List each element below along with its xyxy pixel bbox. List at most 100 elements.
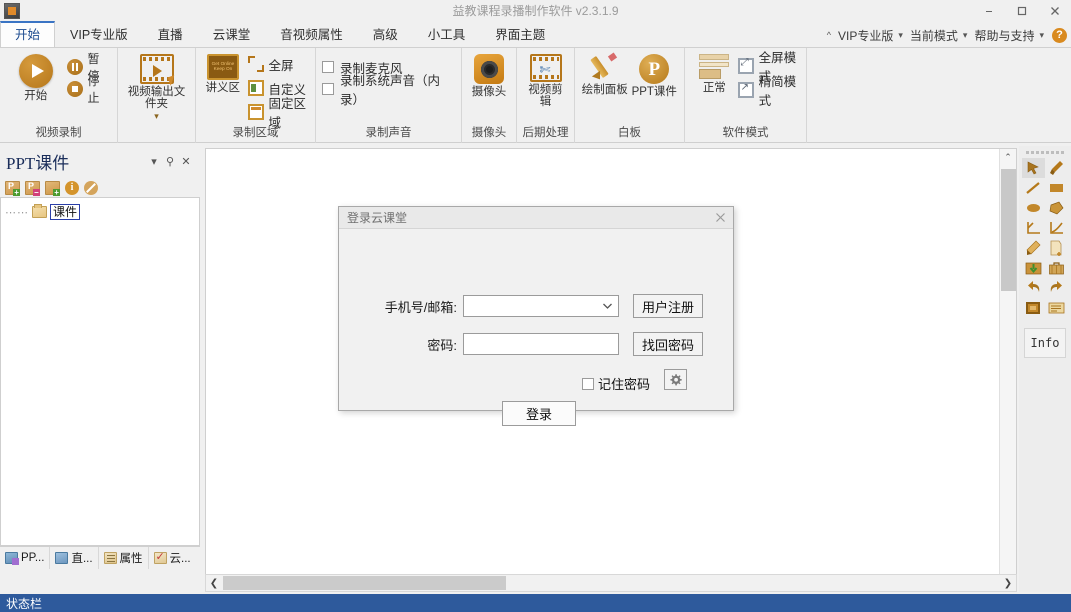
tab-ui-theme[interactable]: 界面主题	[480, 21, 560, 47]
ppt-courseware-button[interactable]: P PPT课件	[631, 52, 679, 98]
eraser-pencil-icon[interactable]	[1022, 238, 1045, 258]
dialog-title-bar: 登录云课堂	[339, 207, 733, 229]
scroll-up-arrow-icon[interactable]: ⌃	[1000, 149, 1016, 166]
phone-email-combobox[interactable]	[463, 295, 619, 317]
horizontal-scrollbar[interactable]: ❮ ❯	[205, 574, 1017, 592]
ribbon-group-title: 视频录制	[0, 125, 117, 143]
curve-icon[interactable]	[1045, 218, 1068, 238]
fixed-area-button[interactable]: 固定区域	[248, 100, 309, 124]
chevron-down-icon[interactable]: ▾	[960, 30, 973, 41]
camera-button[interactable]: 摄像头	[468, 52, 510, 98]
info-icon[interactable]: i	[65, 181, 79, 195]
normal-mode-button[interactable]: 正常	[695, 52, 734, 94]
new-page-icon[interactable]	[1045, 238, 1068, 258]
scroll-left-arrow-icon[interactable]: ❮	[206, 575, 222, 591]
remember-password-checkbox[interactable]: 记住密码	[582, 374, 650, 393]
tab-tools[interactable]: 小工具	[413, 21, 481, 47]
ribbon-group-output-folder: 视频输出文件夹 ▾	[118, 48, 196, 143]
user-register-button[interactable]: 用户注册	[633, 294, 703, 318]
password-field[interactable]	[463, 333, 619, 355]
scroll-right-arrow-icon[interactable]: ❯	[1000, 575, 1016, 591]
recover-password-button[interactable]: 找回密码	[633, 332, 703, 356]
brush-icon[interactable]	[1045, 158, 1068, 178]
ppt-courseware-panel: PPT课件 ▾ ⚲ ✕ + – + i ⋯⋯ 课件 PP... 直... 属性	[0, 144, 200, 568]
tab-live[interactable]: 直播	[143, 21, 198, 47]
cloud-tab-icon	[154, 552, 167, 564]
draw-panel-button[interactable]: 绘制面板	[581, 52, 629, 96]
simple-mode-button[interactable]: 精简模式	[738, 78, 800, 102]
courseware-tree[interactable]: ⋯⋯ 课件	[0, 198, 200, 546]
normal-mode-icon	[697, 54, 731, 80]
layers-icon[interactable]	[1022, 298, 1045, 318]
settings-button[interactable]	[664, 369, 687, 390]
gear-icon	[668, 372, 683, 387]
chevron-down-icon[interactable]	[596, 296, 618, 316]
vertical-scrollbar[interactable]: ⌃ ⌄	[999, 149, 1016, 587]
bottom-tab-ppt[interactable]: PP...	[0, 547, 50, 569]
start-record-button[interactable]: 开始	[10, 52, 61, 102]
maximize-button[interactable]	[1005, 0, 1038, 22]
custom-area-icon	[248, 80, 264, 96]
rectangle-icon[interactable]	[1045, 178, 1068, 198]
tab-av-properties[interactable]: 音视频属性	[265, 21, 358, 47]
minimize-button[interactable]	[972, 0, 1005, 22]
current-mode-menu[interactable]: 当前模式	[908, 27, 960, 44]
horizontal-scrollbar-thumb[interactable]	[223, 576, 506, 590]
bottom-tab-live[interactable]: 直...	[50, 547, 98, 569]
dialog-close-icon[interactable]	[707, 207, 733, 229]
tab-bar-right-controls: ^ VIP专业版 ▾ 当前模式 ▾ 帮助与支持 ▾ ?	[824, 22, 1067, 48]
remove-ppt-icon[interactable]: –	[25, 181, 40, 195]
tab-vip-pro[interactable]: VIP专业版	[55, 21, 143, 47]
ribbon-group-title: 摄像头	[462, 125, 516, 143]
add-ppt-icon[interactable]: +	[5, 181, 20, 195]
pin-icon[interactable]: ⚲	[162, 153, 178, 169]
notes-icon[interactable]	[1045, 298, 1068, 318]
bottom-tab-properties[interactable]: 属性	[99, 547, 149, 569]
password-input[interactable]	[464, 334, 618, 354]
bottom-tab-cloud[interactable]: 云...	[149, 547, 196, 569]
tab-cloud-classroom[interactable]: 云课堂	[198, 21, 266, 47]
line-icon[interactable]	[1022, 178, 1045, 198]
stop-icon	[67, 81, 83, 97]
redo-icon[interactable]	[1045, 278, 1068, 298]
toolbox-icon[interactable]	[1045, 258, 1068, 278]
collapse-ribbon-icon[interactable]: ^	[824, 30, 836, 40]
vip-pro-menu[interactable]: VIP专业版	[836, 27, 895, 44]
save-import-icon[interactable]	[1022, 258, 1045, 278]
live-tab-icon	[55, 552, 68, 564]
tab-advanced[interactable]: 高级	[358, 21, 413, 47]
vertical-scrollbar-thumb[interactable]	[1001, 169, 1016, 291]
select-arrow-icon[interactable]	[1022, 158, 1045, 178]
chevron-down-icon[interactable]: ▾	[895, 30, 908, 41]
record-system-audio-checkbox[interactable]: 录制系统声音（内录）	[322, 78, 455, 100]
polygon-icon[interactable]	[1045, 198, 1068, 218]
video-output-folder-button[interactable]: 视频输出文件夹 ▾	[124, 52, 189, 122]
info-box[interactable]: Info	[1024, 328, 1066, 358]
fullscreen-area-button[interactable]: 全屏	[248, 52, 309, 76]
chevron-down-icon[interactable]: ▾	[1036, 30, 1049, 41]
tree-item-label[interactable]: 课件	[50, 204, 80, 220]
login-button[interactable]: 登录	[502, 401, 576, 426]
chevron-down-icon[interactable]: ▾	[154, 111, 159, 122]
angle-curve-icon[interactable]	[1022, 218, 1045, 238]
ribbon-group-record-area: Get OnlineKeep On 讲义区 全屏 自定义 固定区域 录制区域	[196, 48, 316, 143]
ribbon-group-post-processing: ✄ 视频剪辑 后期处理	[517, 48, 575, 143]
video-clip-button[interactable]: ✄ 视频剪辑	[523, 52, 568, 108]
ribbon-group-record-sound: 录制麦克风 录制系统声音（内录） 录制声音	[316, 48, 462, 143]
chevron-down-icon[interactable]: ▾	[146, 153, 162, 169]
undo-icon[interactable]	[1022, 278, 1045, 298]
add-folder-icon[interactable]: +	[45, 181, 60, 195]
lecture-area-button[interactable]: Get OnlineKeep On 讲义区	[202, 52, 244, 94]
disable-icon[interactable]	[84, 181, 98, 195]
tree-item[interactable]: ⋯⋯ 课件	[5, 204, 195, 220]
tab-start[interactable]: 开始	[0, 21, 55, 47]
help-icon[interactable]: ?	[1052, 28, 1067, 43]
ellipse-icon[interactable]	[1022, 198, 1045, 218]
panel-drag-handle[interactable]	[1019, 146, 1071, 156]
close-icon[interactable]: ✕	[178, 153, 194, 169]
close-button[interactable]	[1038, 0, 1071, 22]
help-support-menu[interactable]: 帮助与支持	[972, 27, 1036, 44]
phone-email-input[interactable]	[464, 296, 596, 316]
bottom-tab-label: 云...	[170, 550, 191, 566]
stop-record-button[interactable]: 停止	[67, 78, 111, 100]
